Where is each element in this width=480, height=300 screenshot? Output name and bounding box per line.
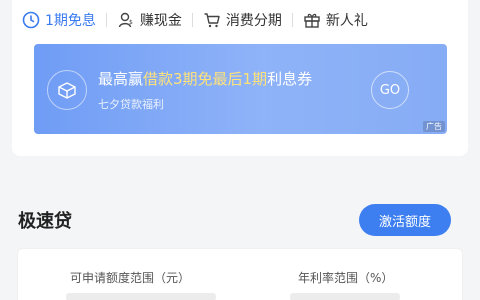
banner-title-highlight: 借款3期免最后1期 bbox=[143, 70, 268, 88]
clock-icon bbox=[22, 11, 40, 29]
ad-badge: 广告 bbox=[423, 121, 445, 132]
promo-banner[interactable]: 最高赢借款3期免最后1期利息券 七夕贷款福利 GO 广告 bbox=[34, 44, 447, 134]
feature-card: 1期免息 $ 赚现金 消费分期 新人礼 最高赢借款3期免最后1期利息券 七夕贷款… bbox=[12, 0, 468, 156]
feature-tabs: 1期免息 $ 赚现金 消费分期 新人礼 bbox=[12, 6, 468, 34]
activate-limit-button[interactable]: 激活额度 bbox=[359, 204, 451, 236]
tab-new-user-gift[interactable]: 新人礼 bbox=[293, 6, 378, 34]
amount-range-value-placeholder bbox=[66, 293, 216, 300]
banner-title-suffix: 利息券 bbox=[267, 70, 313, 88]
tab-earn-cash[interactable]: $ 赚现金 bbox=[107, 6, 192, 34]
tab-label: 消费分期 bbox=[225, 13, 282, 29]
loan-range-card: 可申请额度范围（元） 年利率范围（%） bbox=[17, 248, 463, 300]
tab-interest-free[interactable]: 1期免息 bbox=[12, 6, 106, 34]
banner-subtitle: 七夕贷款福利 bbox=[98, 98, 164, 111]
svg-text:$: $ bbox=[129, 19, 133, 26]
person-icon: $ bbox=[117, 11, 135, 29]
banner-title: 最高赢借款3期免最后1期利息券 bbox=[98, 68, 312, 89]
coupon-box-icon bbox=[47, 70, 87, 110]
gift-icon bbox=[303, 11, 321, 29]
tab-label: 1期免息 bbox=[45, 13, 96, 29]
banner-title-prefix: 最高赢 bbox=[98, 70, 144, 88]
tab-label: 新人礼 bbox=[325, 13, 368, 29]
rate-range-value-placeholder bbox=[290, 293, 400, 300]
rate-range-label: 年利率范围（%） bbox=[298, 271, 394, 285]
go-button[interactable]: GO bbox=[371, 71, 409, 109]
tab-installment[interactable]: 消费分期 bbox=[193, 6, 292, 34]
section-title: 极速贷 bbox=[18, 211, 72, 232]
cart-icon bbox=[203, 11, 221, 29]
tab-label: 赚现金 bbox=[139, 13, 182, 29]
amount-range-label: 可申请额度范围（元） bbox=[70, 271, 191, 285]
